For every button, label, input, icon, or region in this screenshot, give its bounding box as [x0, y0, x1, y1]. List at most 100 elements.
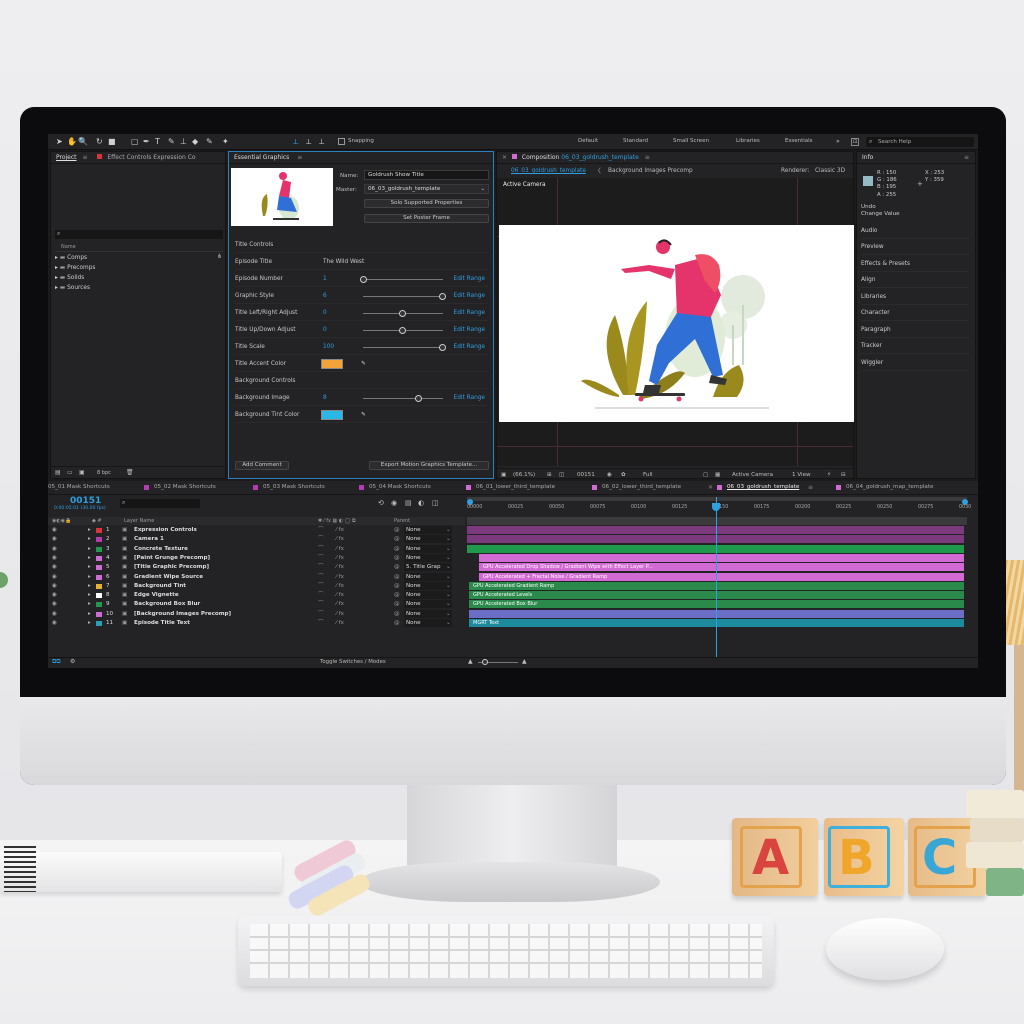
close-icon[interactable]: ✕	[502, 154, 507, 161]
panel-menu-icon[interactable]: ≡	[645, 154, 650, 161]
layer-name[interactable]: Background Tint	[134, 582, 186, 591]
more-workspaces-icon[interactable]: »	[836, 138, 840, 145]
clone-stamp-tool-icon[interactable]: ⊥	[180, 137, 187, 146]
layer-name[interactable]: Gradient Wipe Source	[134, 573, 203, 582]
pickwhip-icon[interactable]: @	[394, 582, 400, 591]
label-color-swatch[interactable]	[96, 528, 102, 533]
fx-switch-icon[interactable]: ⁄ fx	[336, 545, 344, 554]
episode-number-slider[interactable]	[360, 276, 443, 283]
pickwhip-icon[interactable]: @	[394, 600, 400, 609]
label-color-swatch[interactable]	[96, 602, 102, 608]
panel-menu-icon[interactable]: ≡	[82, 154, 87, 161]
twirl-down-icon[interactable]: ▸	[88, 554, 91, 563]
twirl-down-icon[interactable]: ▸	[88, 573, 91, 582]
pickwhip-icon[interactable]: @	[394, 535, 400, 544]
visibility-eye-icon[interactable]: ◉	[52, 582, 57, 591]
visibility-eye-icon[interactable]: ◉	[52, 619, 57, 628]
master-dropdown[interactable]: 06_03_goldrush_template ⌄	[364, 184, 489, 194]
fx-switch-icon[interactable]: ⁄ fx	[336, 582, 344, 591]
fx-switch-icon[interactable]: ⁄ fx	[336, 526, 344, 535]
visibility-eye-icon[interactable]: ◉	[52, 554, 57, 563]
motion-blur-icon[interactable]: ◐	[418, 499, 424, 507]
set-poster-frame-button[interactable]: Set Poster Frame	[364, 214, 489, 223]
panel-preview[interactable]: Preview	[861, 240, 969, 255]
visibility-eye-icon[interactable]: ◉	[52, 600, 57, 609]
playhead-handle[interactable]	[712, 503, 720, 511]
camera-view-dropdown[interactable]: Active Camera	[732, 469, 773, 481]
panel-align[interactable]: Align	[861, 273, 969, 288]
timeline-timecode[interactable]: 00151	[70, 496, 101, 506]
twirl-down-icon[interactable]: ▸	[88, 582, 91, 591]
puppet-tool-icon[interactable]: ✦	[222, 137, 229, 146]
slider-knob[interactable]	[399, 310, 406, 317]
tab-project[interactable]: Project	[56, 154, 77, 161]
layer-name[interactable]: [Paint Grunge Precomp]	[134, 554, 210, 563]
layer-row[interactable]: ◉ ▸ 10 ▣ [Background Images Precomp] ⌒ ⁄ fx @ No…	[48, 609, 465, 619]
shy-switch-icon[interactable]: ⌒	[318, 535, 324, 544]
workspace-standard[interactable]: Standard	[623, 138, 648, 144]
axis-world-icon[interactable]: ⟂	[306, 137, 311, 147]
layer-search-input[interactable]: ⌕	[120, 499, 200, 508]
shy-switch-icon[interactable]: ⌒	[318, 545, 324, 554]
close-icon[interactable]: ✕	[708, 484, 713, 491]
interpret-footage-icon[interactable]: ▤	[55, 469, 61, 476]
shy-switch-icon[interactable]: ⌒	[318, 619, 324, 628]
layer-name[interactable]: Episode Title Text	[134, 619, 190, 628]
expand-layer-switches-icon[interactable]: ⧉⧉	[52, 658, 61, 666]
workspace-libraries[interactable]: Libraries	[736, 138, 760, 144]
layer-row[interactable]: ◉ ▸ 5 ▣ [Title Graphic Precomp] ⌒ ⁄ fx @5. Titl…	[48, 563, 465, 572]
show-channel-icon[interactable]: ✿	[621, 469, 626, 481]
label-color-swatch[interactable]	[96, 555, 102, 561]
layer-row[interactable]: ◉ ▸ 6 ▣ Gradient Wipe Source ⌒ ⁄ fx @ None ⌄	[48, 572, 465, 582]
renderer-value[interactable]: Classic 3D	[815, 165, 845, 177]
parent-dropdown[interactable]: None	[404, 600, 452, 609]
timeline-toggle-icon[interactable]: ⊟	[841, 469, 846, 481]
name-column-header[interactable]: Name	[55, 244, 223, 252]
fast-previews-icon[interactable]: ⚡	[827, 469, 831, 481]
timeline-tab[interactable]: 05_04 Mask Shortcuts	[369, 484, 431, 490]
layer-row[interactable]: ◉ ▸ 1 ▣ Expression Controls ⌒ ⁄ fx @ None ⌄	[48, 526, 465, 535]
parent-header[interactable]: Parent	[394, 518, 410, 524]
folder-comps[interactable]: ▸ ▬ Comps	[55, 255, 205, 265]
parent-dropdown[interactable]: None	[404, 553, 452, 562]
slider-knob[interactable]	[415, 395, 422, 402]
fx-switch-icon[interactable]: ⁄ fx	[336, 591, 344, 600]
slider-knob[interactable]	[360, 276, 367, 283]
edit-range-link[interactable]: Edit Range	[454, 390, 485, 406]
twirl-down-icon[interactable]: ▸	[88, 600, 91, 609]
fx-switch-icon[interactable]: ⁄ fx	[336, 610, 344, 619]
draft-3d-icon[interactable]: ◉	[391, 499, 397, 507]
layer-row[interactable]: ◉ ▸ 8 ▣ Edge Vignette ⌒ ⁄ fx @ None ⌄	[48, 591, 465, 600]
edit-range-link[interactable]: Edit Range	[454, 322, 485, 338]
label-color-swatch[interactable]	[96, 574, 102, 580]
folder-solids[interactable]: ▸ ▬ Solids	[55, 275, 205, 285]
graphic-style-slider[interactable]	[363, 293, 446, 300]
solo-supported-properties-button[interactable]: Solo Supported Properties	[364, 199, 489, 208]
background-image-slider[interactable]	[363, 395, 443, 402]
resolution-dropdown[interactable]: Full	[643, 469, 653, 481]
layer-name[interactable]: Background Box Blur	[134, 600, 200, 609]
toggle-switches-modes-button[interactable]: Toggle Switches / Modes	[320, 659, 386, 665]
project-search-input[interactable]: ⌕	[55, 230, 223, 239]
layer-duration-bar[interactable]: GPU Accelerated + Fractal Noise / Gradie…	[479, 572, 964, 581]
current-frame-field[interactable]: 00151	[577, 469, 595, 481]
hand-tool-icon[interactable]: ✋	[67, 137, 77, 146]
transparency-grid-icon[interactable]: ▦	[715, 469, 720, 481]
visibility-eye-icon[interactable]: ◉	[52, 563, 57, 572]
slider-knob[interactable]	[439, 344, 446, 351]
zoom-slider-knob[interactable]	[482, 659, 488, 665]
shy-switch-icon[interactable]: ⌒	[318, 554, 324, 563]
work-area-bar[interactable]	[467, 497, 967, 501]
pickwhip-icon[interactable]: @	[394, 610, 400, 619]
camera-tool-icon[interactable]: ■	[108, 137, 116, 146]
timeline-tab[interactable]: 05_01 Mask Shortcuts	[48, 484, 110, 490]
breadcrumb-item[interactable]: Background Images Precomp	[608, 165, 693, 177]
twirl-down-icon[interactable]: ▸	[88, 545, 91, 554]
workspace-default[interactable]: Default	[578, 138, 598, 144]
edit-range-link[interactable]: Edit Range	[454, 305, 485, 321]
slider-knob[interactable]	[399, 327, 406, 334]
accent-color-swatch[interactable]	[321, 359, 343, 369]
zoom-tool-icon[interactable]: 🔍	[78, 137, 88, 146]
episode-number-value[interactable]: 1	[323, 271, 327, 287]
graphic-style-value[interactable]: 6	[323, 288, 327, 304]
